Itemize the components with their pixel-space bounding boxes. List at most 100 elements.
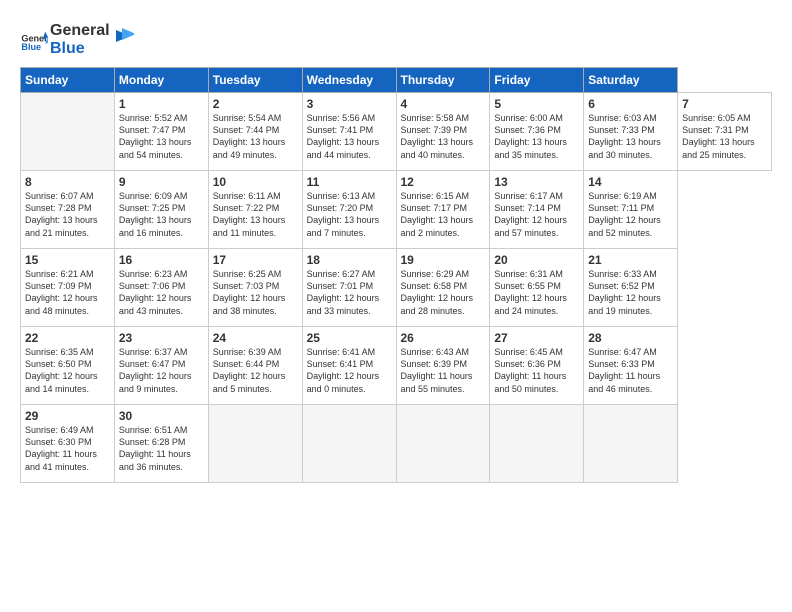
day-cell-17: 17Sunrise: 6:25 AMSunset: 7:03 PMDayligh… (208, 249, 302, 327)
day-cell-27: 27Sunrise: 6:45 AMSunset: 6:36 PMDayligh… (490, 327, 584, 405)
day-number: 5 (494, 97, 579, 111)
day-info: Sunrise: 6:05 AMSunset: 7:31 PMDaylight:… (682, 112, 767, 161)
day-cell-29: 29Sunrise: 6:49 AMSunset: 6:30 PMDayligh… (21, 405, 115, 483)
day-number: 28 (588, 331, 673, 345)
day-info: Sunrise: 6:33 AMSunset: 6:52 PMDaylight:… (588, 268, 673, 317)
day-info: Sunrise: 6:39 AMSunset: 6:44 PMDaylight:… (213, 346, 298, 395)
day-cell-1: 1Sunrise: 5:52 AMSunset: 7:47 PMDaylight… (114, 93, 208, 171)
day-cell-16: 16Sunrise: 6:23 AMSunset: 7:06 PMDayligh… (114, 249, 208, 327)
col-header-wednesday: Wednesday (302, 68, 396, 93)
day-info: Sunrise: 6:47 AMSunset: 6:33 PMDaylight:… (588, 346, 673, 395)
day-cell-15: 15Sunrise: 6:21 AMSunset: 7:09 PMDayligh… (21, 249, 115, 327)
day-cell-25: 25Sunrise: 6:41 AMSunset: 6:41 PMDayligh… (302, 327, 396, 405)
day-cell-9: 9Sunrise: 6:09 AMSunset: 7:25 PMDaylight… (114, 171, 208, 249)
week-row-5: 29Sunrise: 6:49 AMSunset: 6:30 PMDayligh… (21, 405, 772, 483)
header: General Blue General Blue (20, 18, 772, 57)
logo-blue-text: Blue (50, 40, 110, 58)
svg-text:Blue: Blue (21, 41, 41, 51)
day-info: Sunrise: 6:41 AMSunset: 6:41 PMDaylight:… (307, 346, 392, 395)
day-cell-12: 12Sunrise: 6:15 AMSunset: 7:17 PMDayligh… (396, 171, 490, 249)
day-info: Sunrise: 6:45 AMSunset: 6:36 PMDaylight:… (494, 346, 579, 395)
day-info: Sunrise: 6:37 AMSunset: 6:47 PMDaylight:… (119, 346, 204, 395)
empty-cell (21, 93, 115, 171)
day-number: 30 (119, 409, 204, 423)
day-info: Sunrise: 6:25 AMSunset: 7:03 PMDaylight:… (213, 268, 298, 317)
col-header-sunday: Sunday (21, 68, 115, 93)
day-cell-4: 4Sunrise: 5:58 AMSunset: 7:39 PMDaylight… (396, 93, 490, 171)
day-cell-6: 6Sunrise: 6:03 AMSunset: 7:33 PMDaylight… (584, 93, 678, 171)
day-number: 3 (307, 97, 392, 111)
day-cell-8: 8Sunrise: 6:07 AMSunset: 7:28 PMDaylight… (21, 171, 115, 249)
day-cell-2: 2Sunrise: 5:54 AMSunset: 7:44 PMDaylight… (208, 93, 302, 171)
day-info: Sunrise: 6:29 AMSunset: 6:58 PMDaylight:… (401, 268, 486, 317)
day-info: Sunrise: 6:07 AMSunset: 7:28 PMDaylight:… (25, 190, 110, 239)
day-info: Sunrise: 6:27 AMSunset: 7:01 PMDaylight:… (307, 268, 392, 317)
day-number: 16 (119, 253, 204, 267)
day-number: 7 (682, 97, 767, 111)
day-number: 8 (25, 175, 110, 189)
day-info: Sunrise: 5:58 AMSunset: 7:39 PMDaylight:… (401, 112, 486, 161)
day-number: 9 (119, 175, 204, 189)
day-info: Sunrise: 6:51 AMSunset: 6:28 PMDaylight:… (119, 424, 204, 473)
day-cell-28: 28Sunrise: 6:47 AMSunset: 6:33 PMDayligh… (584, 327, 678, 405)
day-cell-20: 20Sunrise: 6:31 AMSunset: 6:55 PMDayligh… (490, 249, 584, 327)
day-number: 4 (401, 97, 486, 111)
day-info: Sunrise: 6:19 AMSunset: 7:11 PMDaylight:… (588, 190, 673, 239)
day-info: Sunrise: 6:13 AMSunset: 7:20 PMDaylight:… (307, 190, 392, 239)
empty-cell (302, 405, 396, 483)
day-cell-24: 24Sunrise: 6:39 AMSunset: 6:44 PMDayligh… (208, 327, 302, 405)
day-cell-7: 7Sunrise: 6:05 AMSunset: 7:31 PMDaylight… (678, 93, 772, 171)
day-number: 15 (25, 253, 110, 267)
day-number: 29 (25, 409, 110, 423)
logo-icon: General Blue (20, 26, 48, 54)
day-number: 24 (213, 331, 298, 345)
day-number: 23 (119, 331, 204, 345)
day-number: 17 (213, 253, 298, 267)
day-number: 13 (494, 175, 579, 189)
day-info: Sunrise: 5:56 AMSunset: 7:41 PMDaylight:… (307, 112, 392, 161)
logo: General Blue General Blue (20, 22, 134, 57)
day-info: Sunrise: 6:43 AMSunset: 6:39 PMDaylight:… (401, 346, 486, 395)
day-number: 26 (401, 331, 486, 345)
col-header-monday: Monday (114, 68, 208, 93)
week-row-1: 1Sunrise: 5:52 AMSunset: 7:47 PMDaylight… (21, 93, 772, 171)
col-header-tuesday: Tuesday (208, 68, 302, 93)
day-cell-23: 23Sunrise: 6:37 AMSunset: 6:47 PMDayligh… (114, 327, 208, 405)
day-cell-13: 13Sunrise: 6:17 AMSunset: 7:14 PMDayligh… (490, 171, 584, 249)
day-cell-26: 26Sunrise: 6:43 AMSunset: 6:39 PMDayligh… (396, 327, 490, 405)
day-cell-21: 21Sunrise: 6:33 AMSunset: 6:52 PMDayligh… (584, 249, 678, 327)
day-cell-5: 5Sunrise: 6:00 AMSunset: 7:36 PMDaylight… (490, 93, 584, 171)
day-cell-11: 11Sunrise: 6:13 AMSunset: 7:20 PMDayligh… (302, 171, 396, 249)
day-info: Sunrise: 6:15 AMSunset: 7:17 PMDaylight:… (401, 190, 486, 239)
day-info: Sunrise: 6:00 AMSunset: 7:36 PMDaylight:… (494, 112, 579, 161)
day-number: 1 (119, 97, 204, 111)
day-info: Sunrise: 5:52 AMSunset: 7:47 PMDaylight:… (119, 112, 204, 161)
empty-cell (208, 405, 302, 483)
header-row: SundayMondayTuesdayWednesdayThursdayFrid… (21, 68, 772, 93)
day-cell-18: 18Sunrise: 6:27 AMSunset: 7:01 PMDayligh… (302, 249, 396, 327)
day-info: Sunrise: 6:09 AMSunset: 7:25 PMDaylight:… (119, 190, 204, 239)
logo-arrow-icon (112, 24, 134, 46)
day-number: 12 (401, 175, 486, 189)
day-number: 11 (307, 175, 392, 189)
day-info: Sunrise: 6:49 AMSunset: 6:30 PMDaylight:… (25, 424, 110, 473)
day-cell-14: 14Sunrise: 6:19 AMSunset: 7:11 PMDayligh… (584, 171, 678, 249)
day-info: Sunrise: 5:54 AMSunset: 7:44 PMDaylight:… (213, 112, 298, 161)
day-number: 6 (588, 97, 673, 111)
empty-cell (490, 405, 584, 483)
day-cell-30: 30Sunrise: 6:51 AMSunset: 6:28 PMDayligh… (114, 405, 208, 483)
empty-cell (584, 405, 678, 483)
day-number: 2 (213, 97, 298, 111)
day-info: Sunrise: 6:11 AMSunset: 7:22 PMDaylight:… (213, 190, 298, 239)
day-number: 14 (588, 175, 673, 189)
day-cell-3: 3Sunrise: 5:56 AMSunset: 7:41 PMDaylight… (302, 93, 396, 171)
day-info: Sunrise: 6:35 AMSunset: 6:50 PMDaylight:… (25, 346, 110, 395)
day-info: Sunrise: 6:21 AMSunset: 7:09 PMDaylight:… (25, 268, 110, 317)
day-number: 27 (494, 331, 579, 345)
day-info: Sunrise: 6:03 AMSunset: 7:33 PMDaylight:… (588, 112, 673, 161)
col-header-saturday: Saturday (584, 68, 678, 93)
page: General Blue General Blue SundayMondayTu… (0, 0, 792, 612)
day-number: 25 (307, 331, 392, 345)
day-number: 19 (401, 253, 486, 267)
week-row-3: 15Sunrise: 6:21 AMSunset: 7:09 PMDayligh… (21, 249, 772, 327)
